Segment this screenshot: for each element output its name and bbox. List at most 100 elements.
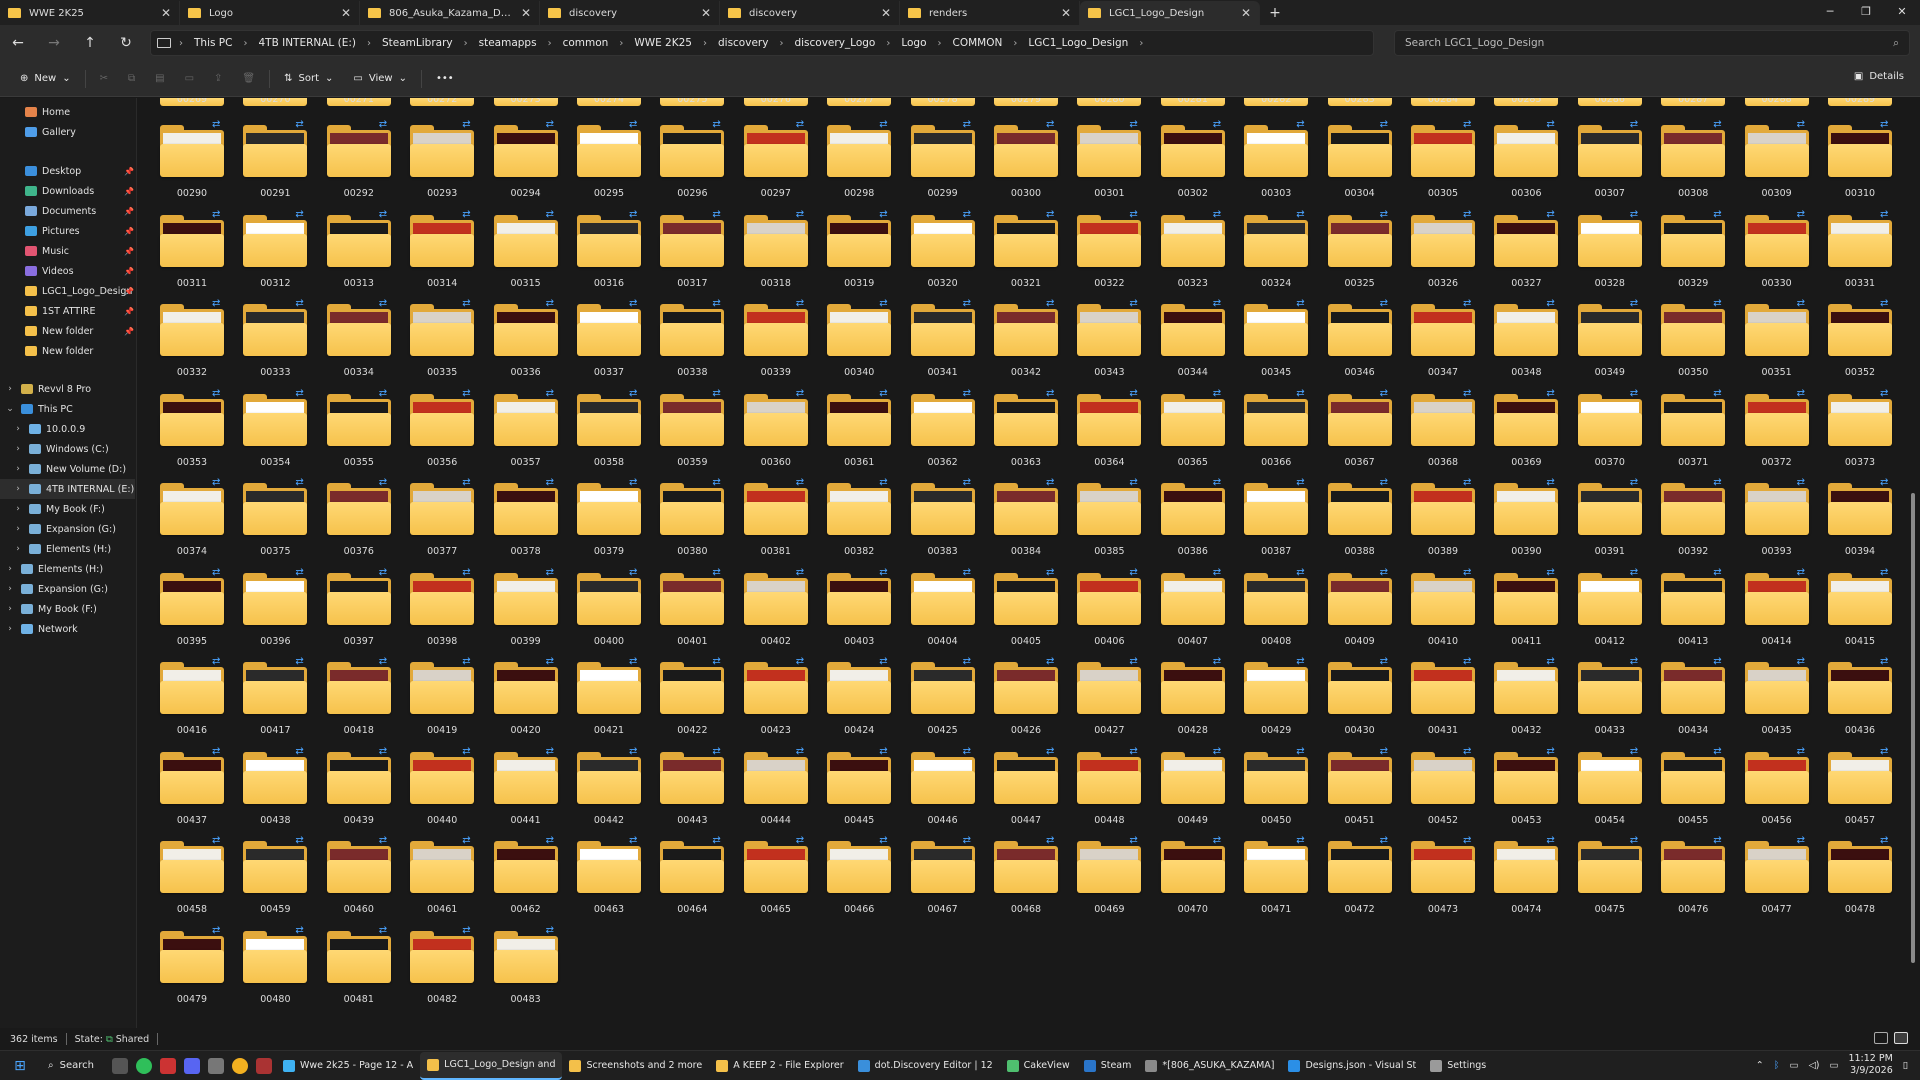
folder-item[interactable]: ⇄ 00343 <box>1071 297 1142 386</box>
folder-item[interactable]: ⇄ 00297 <box>738 118 808 207</box>
close-icon[interactable]: ✕ <box>521 6 531 20</box>
folder-item[interactable]: ⇄ 00464 <box>654 834 725 923</box>
folder-item[interactable]: ⇄ 00459 <box>237 834 308 923</box>
folder-item[interactable]: ⇄ 00312 <box>237 208 308 297</box>
folder-item[interactable]: ⇄ 00353 <box>154 387 224 476</box>
folder-item[interactable]: ⇄ 00432 <box>1488 655 1559 744</box>
sidebar-item-desktop[interactable]: Desktop 📌 <box>0 161 134 181</box>
folder-item[interactable]: ⇄ 00329 <box>1655 208 1726 297</box>
breadcrumb-item[interactable]: common <box>563 37 609 49</box>
taskbar-app[interactable]: dot.Discovery Editor | 12 <box>851 1052 1000 1080</box>
folder-item[interactable]: ⇄ 00392 <box>1655 476 1726 565</box>
folder-item[interactable]: ⇄ 00328 <box>1572 208 1642 297</box>
chevron-right-icon[interactable]: › <box>4 624 16 634</box>
taskbar-app[interactable]: LGC1_Logo_Design and <box>420 1051 563 1080</box>
folder-item[interactable]: ⇄ 00477 <box>1739 834 1809 923</box>
folder-item[interactable]: ⇄ 00358 <box>571 387 641 476</box>
folder-item[interactable]: ⇄ 00483 <box>488 924 558 1013</box>
folder-item[interactable]: ⇄ 00435 <box>1739 655 1809 744</box>
folder-item[interactable]: ⇄ 00424 <box>821 655 892 744</box>
folder-item[interactable]: ⇄ 00470 <box>1155 834 1225 923</box>
folder-item[interactable]: ⇄ 00354 <box>237 387 308 476</box>
folder-item[interactable]: ⇄ 00397 <box>321 566 391 655</box>
folder-item[interactable]: ⇄ 00345 <box>1238 297 1309 386</box>
folder-item[interactable]: ⇄ 00475 <box>1572 834 1642 923</box>
folder-item[interactable]: ⇄ 00295 <box>571 118 641 207</box>
folder-item[interactable]: ⇄ 00367 <box>1322 387 1392 476</box>
sidebar-item-expansion-g-[interactable]: › Expansion (G:) <box>0 579 108 599</box>
maximize-button[interactable]: ❐ <box>1848 0 1884 24</box>
folder-item[interactable]: ⇄ 00293 <box>404 118 475 207</box>
breadcrumb-item[interactable]: WWE 2K25 <box>634 37 692 49</box>
folder-item[interactable]: ⇄ 00451 <box>1322 745 1392 834</box>
rename-icon[interactable]: ▭ <box>175 73 204 84</box>
sidebar-item-expansion-g-[interactable]: › Expansion (G:) <box>0 519 116 539</box>
folder-item[interactable]: ⇄ 00321 <box>988 208 1058 297</box>
folder-item[interactable]: ⇄ 00414 <box>1739 566 1809 655</box>
folder-item[interactable]: ⇄ 00331 <box>1822 208 1892 297</box>
chevron-right-icon[interactable]: › <box>12 464 24 474</box>
folder-item[interactable]: ⇄ 00395 <box>154 566 224 655</box>
folder-item[interactable]: ⇄ 00389 <box>1405 476 1475 565</box>
minimize-button[interactable]: ─ <box>1812 0 1848 24</box>
taskbar-app[interactable]: Settings <box>1423 1052 1493 1080</box>
folder-item[interactable]: ⇄ 00327 <box>1488 208 1559 297</box>
tab-renders[interactable]: renders ✕ <box>900 1 1080 25</box>
folder-item[interactable]: ⇄ 00471 <box>1238 834 1309 923</box>
folder-item[interactable]: ⇄ 00330 <box>1739 208 1809 297</box>
delete-icon[interactable]: 🗑 <box>232 73 265 84</box>
folder-item[interactable]: ⇄ 00302 <box>1155 118 1225 207</box>
xbox-icon[interactable] <box>135 1057 152 1074</box>
taskbar-app[interactable]: CakeView <box>1000 1052 1077 1080</box>
breadcrumb-item[interactable]: discovery <box>718 37 768 49</box>
folder-item[interactable]: ⇄ 00441 <box>488 745 558 834</box>
breadcrumb-item[interactable]: Logo <box>901 37 926 49</box>
chevron-right-icon[interactable]: › <box>4 564 16 574</box>
sidebar-item-4tb-internal-e-[interactable]: › 4TB INTERNAL (E:) <box>0 479 135 499</box>
folder-item[interactable]: ⇄ 00319 <box>821 208 892 297</box>
sidebar-item-windows-c-[interactable]: › Windows (C:) <box>0 439 109 459</box>
folder-item[interactable]: ⇄ 00465 <box>738 834 808 923</box>
folder-item[interactable]: ⇄ 00338 <box>654 297 725 386</box>
folder-item[interactable]: ⇄ 00385 <box>1071 476 1142 565</box>
folder-item[interactable]: ⇄ 00386 <box>1155 476 1225 565</box>
folder-item[interactable]: ⇄ 00360 <box>738 387 808 476</box>
discord-icon[interactable] <box>183 1057 200 1074</box>
sidebar-item-my-book-f-[interactable]: › My Book (F:) <box>0 499 105 519</box>
folder-item[interactable]: ⇄ 00314 <box>404 208 475 297</box>
folder-item[interactable]: ⇄ 00462 <box>488 834 558 923</box>
folder-item[interactable]: ⇄ 00301 <box>1071 118 1142 207</box>
folder-item[interactable]: ⇄ 00387 <box>1238 476 1309 565</box>
folder-item[interactable]: ⇄ 00349 <box>1572 297 1642 386</box>
close-icon[interactable]: ✕ <box>1241 6 1251 20</box>
details-button[interactable]: ▣ Details <box>1854 71 1904 82</box>
folder-item[interactable]: ⇄ 00335 <box>404 297 475 386</box>
share-icon[interactable]: ⇪ <box>204 73 232 84</box>
vertical-scrollbar[interactable] <box>1910 98 1916 1028</box>
folder-item[interactable]: ⇄ 00372 <box>1739 387 1809 476</box>
folder-item[interactable]: ⇄ 00413 <box>1655 566 1726 655</box>
folder-item[interactable]: ⇄ 00339 <box>738 297 808 386</box>
folder-item[interactable]: ⇄ 00341 <box>905 297 975 386</box>
search-input[interactable]: Search LGC1_Logo_Design ⌕ <box>1394 30 1910 56</box>
folder-item[interactable]: ⇄ 00377 <box>404 476 475 565</box>
folder-item[interactable]: ⇄ 00355 <box>321 387 391 476</box>
folder-item[interactable]: ⇄ 00356 <box>404 387 475 476</box>
folder-item[interactable]: ⇄ 00309 <box>1739 118 1809 207</box>
close-icon[interactable]: ✕ <box>701 6 711 20</box>
back-button[interactable]: ← <box>0 35 36 51</box>
close-icon[interactable]: ✕ <box>341 6 351 20</box>
folder-item[interactable]: ⇄ 00431 <box>1405 655 1475 744</box>
folder-item[interactable]: ⇄ 00368 <box>1405 387 1475 476</box>
folder-item[interactable]: ⇄ 00292 <box>321 118 391 207</box>
folder-item[interactable]: ⇄ 00458 <box>154 834 224 923</box>
folder-item[interactable]: ⇄ 00324 <box>1238 208 1309 297</box>
folder-item[interactable]: ⇄ 00402 <box>738 566 808 655</box>
folder-item[interactable]: ⇄ 00411 <box>1488 566 1559 655</box>
folder-item[interactable]: ⇄ 00393 <box>1739 476 1809 565</box>
folder-item[interactable]: ⇄ 00299 <box>905 118 975 207</box>
folder-item[interactable]: ⇄ 00317 <box>654 208 725 297</box>
folder-item[interactable]: ⇄ 00369 <box>1488 387 1559 476</box>
tab-discovery[interactable]: discovery ✕ <box>540 1 720 25</box>
folder-item[interactable]: ⇄ 00390 <box>1488 476 1559 565</box>
